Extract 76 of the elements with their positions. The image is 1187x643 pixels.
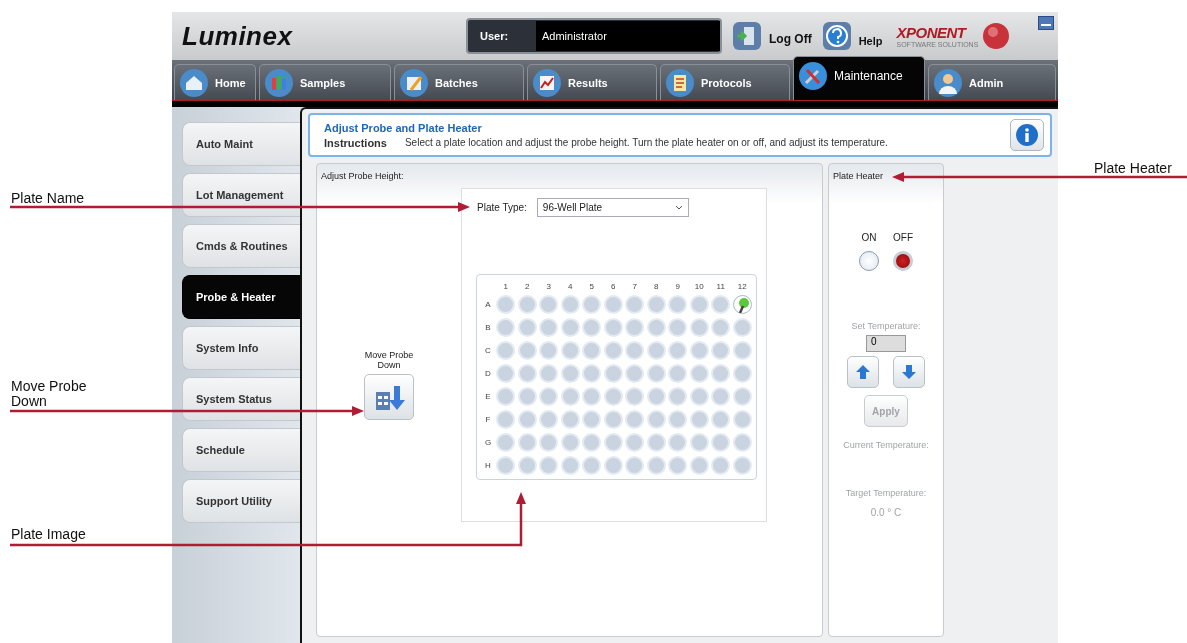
help-icon[interactable] xyxy=(821,21,852,51)
row-label: H xyxy=(485,461,491,470)
house-icon xyxy=(179,67,209,98)
current-temperature-label: Current Temperature: xyxy=(843,440,929,450)
column-label: 7 xyxy=(632,281,637,291)
document-icon xyxy=(665,67,695,98)
well[interactable] xyxy=(732,295,752,314)
clipboard-icon xyxy=(399,67,429,98)
row-label: A xyxy=(485,300,491,309)
column-label: 12 xyxy=(737,281,747,291)
callout-label: Plate Heater xyxy=(1094,160,1172,176)
radio-label: ON xyxy=(861,232,877,243)
sidebar-item[interactable]: System Status xyxy=(182,377,300,421)
column-label: 2 xyxy=(525,281,530,291)
help-link[interactable]: Help xyxy=(858,35,883,47)
column-label: 5 xyxy=(589,281,594,291)
row-label: E xyxy=(485,392,491,401)
minimize-icon[interactable] xyxy=(1038,16,1054,30)
user-field: Administrator xyxy=(536,21,720,51)
instructions-text: Select a plate location and adjust the probe height. Turn the plate heater on or off, and adjust its temperature. xyxy=(404,136,888,149)
column-label: 11 xyxy=(716,281,725,291)
instructions-label: Instructions xyxy=(324,136,387,149)
sidebar-item[interactable]: Auto Maint xyxy=(182,122,300,166)
up-arrow-icon xyxy=(855,364,871,380)
plate-type-dropdown[interactable]: 96-Well Plate xyxy=(536,198,689,217)
sidebar-item[interactable]: Schedule xyxy=(182,428,300,472)
column-label: 9 xyxy=(675,281,680,291)
person-icon xyxy=(933,67,963,98)
move-probe-button[interactable] xyxy=(364,374,414,420)
radio-label: OFF xyxy=(893,232,913,243)
column-label: 8 xyxy=(654,281,659,291)
sidebar-item[interactable]: Cmds & Routines xyxy=(182,224,300,268)
column-label: 3 xyxy=(546,281,551,291)
sidebar-item[interactable]: Probe & Heater xyxy=(182,275,300,319)
target-temperature-value: 0.0 ° C xyxy=(870,507,902,518)
door-icon[interactable] xyxy=(732,21,762,51)
column-label: 10 xyxy=(694,281,704,291)
user-label: User: xyxy=(479,30,510,42)
nav-tab[interactable]: Admin xyxy=(928,64,1056,100)
target-temperature-label: Target Temperature: xyxy=(845,488,927,498)
nav-tab[interactable]: Batches xyxy=(394,64,524,100)
logo: Luminex xyxy=(182,20,294,52)
line-chart-icon xyxy=(532,67,562,98)
sphere-icon xyxy=(982,22,1011,50)
move-probe-label: Move Probe Down xyxy=(363,350,415,370)
column-label: 1 xyxy=(503,281,508,291)
column-label: 6 xyxy=(611,281,616,291)
nav-tab[interactable]: Samples xyxy=(259,64,391,100)
panel-title: Plate Heater xyxy=(832,170,885,183)
callout-label: Plate Name xyxy=(11,190,85,206)
info-icon xyxy=(1015,123,1039,147)
down-arrow-icon xyxy=(901,364,917,380)
log-off-link[interactable]: Log Off xyxy=(769,32,812,46)
callout-label: Plate Image xyxy=(11,526,86,542)
nav-tab[interactable]: Results xyxy=(527,64,657,100)
brand-logo: XPONENT xyxy=(896,24,968,41)
row-label: D xyxy=(485,369,491,378)
nav-tab[interactable]: Home xyxy=(174,64,256,100)
nav-tab[interactable]: Protocols xyxy=(660,64,790,100)
callout-label: Move Probe Down xyxy=(11,379,88,409)
tools-icon xyxy=(798,61,828,91)
column-label: 4 xyxy=(568,281,573,291)
row-label: G xyxy=(484,438,492,447)
row-label: C xyxy=(485,346,491,355)
row-label: F xyxy=(485,415,491,424)
set-temperature-label: Set Temperature: xyxy=(851,321,921,331)
page-title: Adjust Probe and Plate Heater xyxy=(324,121,483,134)
sidebar-item[interactable]: System Info xyxy=(182,326,300,370)
chevron-down-icon xyxy=(674,205,683,210)
row-label: B xyxy=(485,323,491,332)
sidebar-item[interactable]: Support Utility xyxy=(182,479,300,523)
panel-title: Adjust Probe Height: xyxy=(320,170,405,183)
info-button[interactable] xyxy=(1010,119,1044,151)
plate-type-label: Plate Type: xyxy=(477,202,527,213)
nav-tab[interactable]: Maintenance xyxy=(793,56,925,100)
sidebar-item[interactable]: Lot Management xyxy=(182,173,300,217)
